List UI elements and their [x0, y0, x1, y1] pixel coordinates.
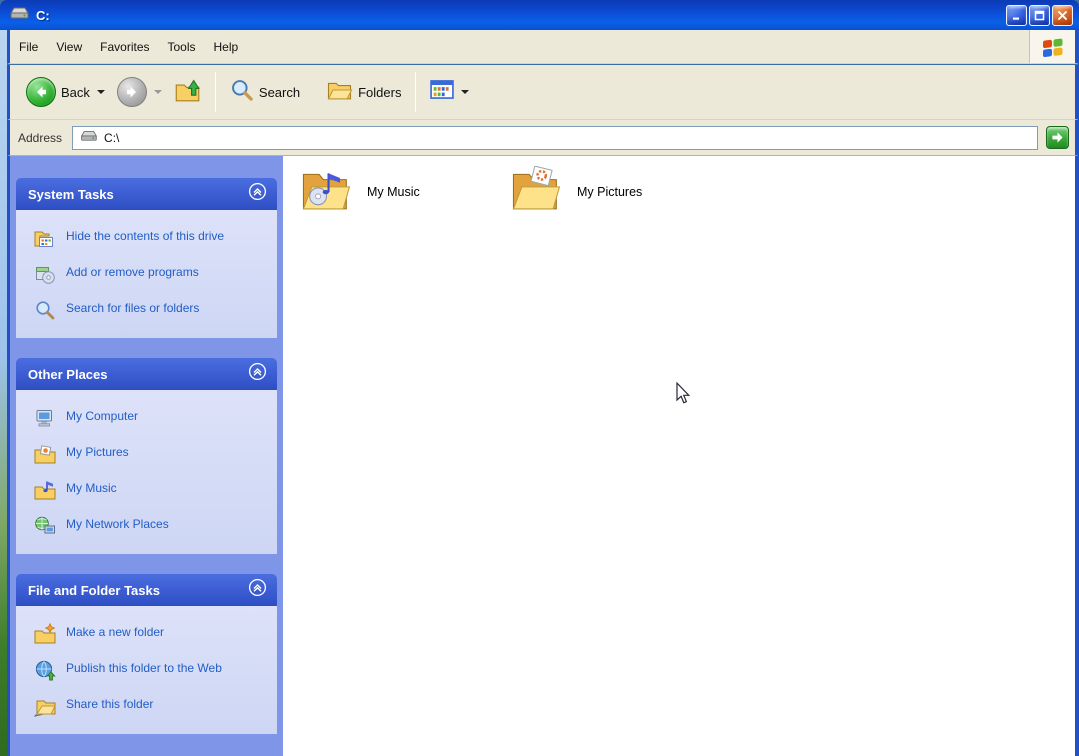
back-dropdown-icon[interactable]: [97, 90, 105, 94]
my-pictures-icon: [34, 443, 56, 465]
file-tile-label: My Pictures: [577, 185, 642, 199]
folders-icon: [326, 79, 353, 106]
toolbar: Back Search: [7, 65, 1079, 120]
address-value: C:\: [104, 131, 119, 145]
task-publish-folder[interactable]: Publish this folder to the Web: [30, 652, 271, 688]
close-button[interactable]: [1052, 5, 1073, 26]
back-icon: [26, 77, 56, 107]
link-my-network-places[interactable]: My Network Places: [30, 508, 271, 544]
network-places-icon: [34, 515, 56, 537]
chevron-up-icon[interactable]: [248, 578, 267, 602]
forward-button[interactable]: [111, 73, 168, 111]
my-music-icon: [34, 479, 56, 501]
music-folder-icon: [300, 166, 355, 217]
views-button[interactable]: [424, 76, 475, 108]
task-make-new-folder[interactable]: Make a new folder: [30, 616, 271, 652]
task-label: Make a new folder: [66, 623, 164, 641]
link-my-pictures[interactable]: My Pictures: [30, 436, 271, 472]
views-icon: [430, 80, 454, 104]
file-tile-label: My Music: [367, 185, 420, 199]
task-add-remove-programs[interactable]: Add or remove programs: [30, 256, 271, 292]
go-button[interactable]: [1046, 126, 1069, 149]
views-dropdown-icon[interactable]: [461, 90, 469, 94]
menu-favorites[interactable]: Favorites: [91, 36, 158, 58]
task-search-files[interactable]: Search for files or folders: [30, 292, 271, 328]
task-pane-sidebar: System Tasks Hide the contents of this d…: [10, 156, 283, 756]
search-label: Search: [259, 85, 300, 100]
search-icon: [230, 78, 254, 107]
address-bar: Address C:\: [7, 120, 1079, 156]
explorer-window: C: File View Favorites Tools Help: [0, 0, 1079, 756]
back-button[interactable]: Back: [20, 73, 111, 111]
link-label: My Computer: [66, 407, 138, 425]
pictures-folder-icon: [510, 166, 565, 217]
panel-title: System Tasks: [28, 187, 248, 202]
menu-tools[interactable]: Tools: [159, 36, 205, 58]
menu-view[interactable]: View: [47, 36, 91, 58]
file-tile-my-pictures[interactable]: My Pictures: [510, 166, 705, 217]
up-icon: [174, 77, 201, 107]
task-label: Search for files or folders: [66, 299, 199, 317]
panel-title: Other Places: [28, 367, 248, 382]
file-tile-my-music[interactable]: My Music: [300, 166, 495, 217]
panel-title: File and Folder Tasks: [28, 583, 248, 598]
new-folder-icon: [34, 623, 56, 645]
link-my-music[interactable]: My Music: [30, 472, 271, 508]
menu-help[interactable]: Help: [205, 36, 248, 58]
drive-icon: [8, 5, 30, 25]
panel-system-tasks: System Tasks Hide the contents of this d…: [16, 178, 277, 338]
forward-dropdown-icon[interactable]: [154, 90, 162, 94]
file-list-area[interactable]: My Music My Pictures: [283, 156, 1075, 756]
link-label: My Pictures: [66, 443, 129, 461]
up-button[interactable]: [168, 73, 207, 111]
task-label: Add or remove programs: [66, 263, 199, 281]
menu-bar: File View Favorites Tools Help: [7, 30, 1079, 64]
windows-logo: [1029, 30, 1075, 63]
folders-button[interactable]: Folders: [320, 75, 407, 110]
menu-file[interactable]: File: [10, 36, 47, 58]
forward-icon: [117, 77, 147, 107]
window-title: C:: [36, 8, 1006, 23]
panel-other-places: Other Places My Computer: [16, 358, 277, 554]
toolbar-separator: [215, 72, 216, 112]
search-button[interactable]: Search: [224, 74, 306, 111]
panel-file-folder-tasks: File and Folder Tasks Make a new folder: [16, 574, 277, 734]
address-input[interactable]: C:\: [72, 126, 1038, 150]
link-label: My Music: [66, 479, 117, 497]
mouse-cursor-icon: [675, 382, 691, 411]
add-remove-programs-icon: [34, 263, 56, 285]
maximize-button[interactable]: [1029, 5, 1050, 26]
chevron-up-icon[interactable]: [248, 362, 267, 386]
titlebar: C:: [0, 0, 1079, 30]
address-label: Address: [18, 131, 72, 145]
chevron-up-icon[interactable]: [248, 182, 267, 206]
task-label: Hide the contents of this drive: [66, 227, 224, 245]
go-icon: [1051, 131, 1064, 144]
my-computer-icon: [34, 407, 56, 429]
panel-header[interactable]: System Tasks: [16, 178, 277, 210]
publish-web-icon: [34, 659, 56, 681]
task-label: Publish this folder to the Web: [66, 659, 222, 677]
folders-label: Folders: [358, 85, 401, 100]
minimize-button[interactable]: [1006, 5, 1027, 26]
link-my-computer[interactable]: My Computer: [30, 400, 271, 436]
back-label: Back: [61, 85, 90, 100]
share-folder-icon: [34, 695, 56, 717]
task-hide-contents[interactable]: Hide the contents of this drive: [30, 220, 271, 256]
toolbar-separator: [415, 72, 416, 112]
link-label: My Network Places: [66, 515, 169, 533]
panel-header[interactable]: File and Folder Tasks: [16, 574, 277, 606]
drive-icon: [79, 129, 98, 147]
drive-contents-icon: [34, 227, 56, 249]
search-files-icon: [34, 299, 56, 321]
task-label: Share this folder: [66, 695, 153, 713]
task-share-folder[interactable]: Share this folder: [30, 688, 271, 724]
panel-header[interactable]: Other Places: [16, 358, 277, 390]
